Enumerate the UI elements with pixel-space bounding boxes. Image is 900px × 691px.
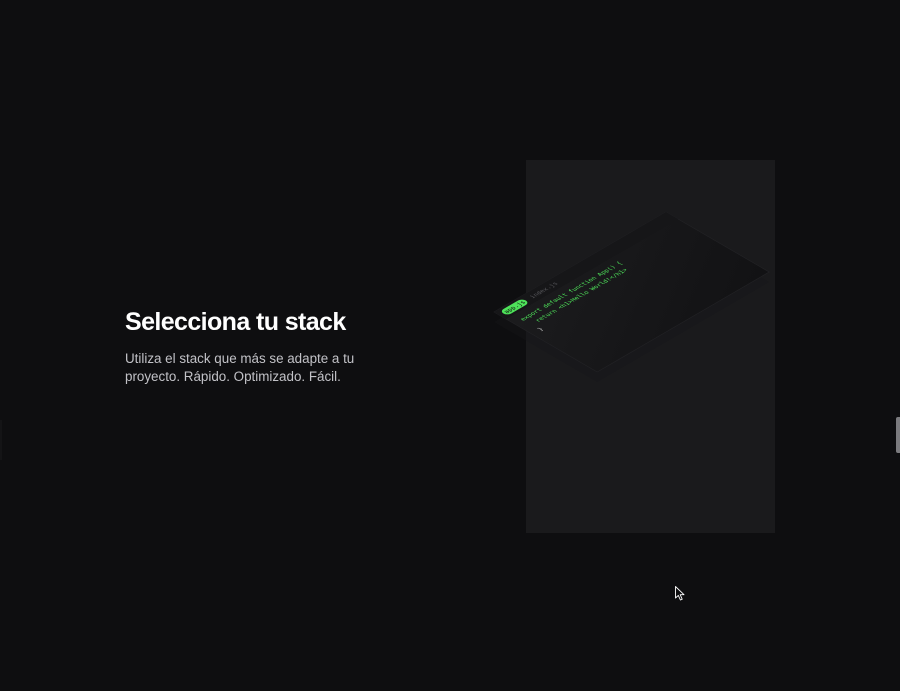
code-card: app.js index.js export default function … (493, 211, 770, 373)
page: Selecciona tu stack Utiliza el stack que… (0, 0, 900, 691)
code-card-illustration: app.js index.js export default function … (493, 211, 770, 382)
arrow-cursor-icon (675, 586, 685, 601)
scrollbar-thumb[interactable] (896, 417, 900, 453)
section-title: Selecciona tu stack (125, 308, 346, 336)
left-edge-indicator (0, 420, 2, 460)
section-description: Utiliza el stack que más se adapte a tu … (125, 351, 355, 384)
